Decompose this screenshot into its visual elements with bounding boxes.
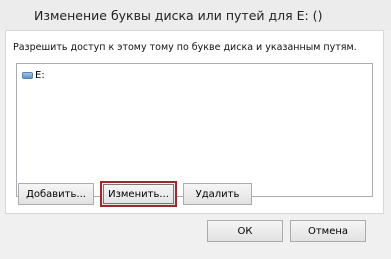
title-bar[interactable]: Изменение буквы диска или путей для E: (… xyxy=(0,0,391,30)
ok-button[interactable]: ОК xyxy=(207,220,283,242)
paths-listbox[interactable]: E: xyxy=(16,63,373,197)
add-button[interactable]: Добавить... xyxy=(18,183,94,205)
list-item-label: E: xyxy=(35,69,45,81)
change-button[interactable]: Изменить... xyxy=(100,181,177,207)
window-title: Изменение буквы диска или путей для E: (… xyxy=(34,8,323,23)
content-panel: Разрешить доступ к этому тому по букве д… xyxy=(5,30,384,214)
list-item[interactable]: E: xyxy=(22,68,45,82)
description-text: Разрешить доступ к этому тому по букве д… xyxy=(13,42,357,53)
dialog-window: Изменение буквы диска или путей для E: (… xyxy=(0,0,391,259)
drive-icon xyxy=(22,71,33,79)
delete-button[interactable]: Удалить xyxy=(183,183,252,205)
cancel-button[interactable]: Отмена xyxy=(290,220,366,242)
